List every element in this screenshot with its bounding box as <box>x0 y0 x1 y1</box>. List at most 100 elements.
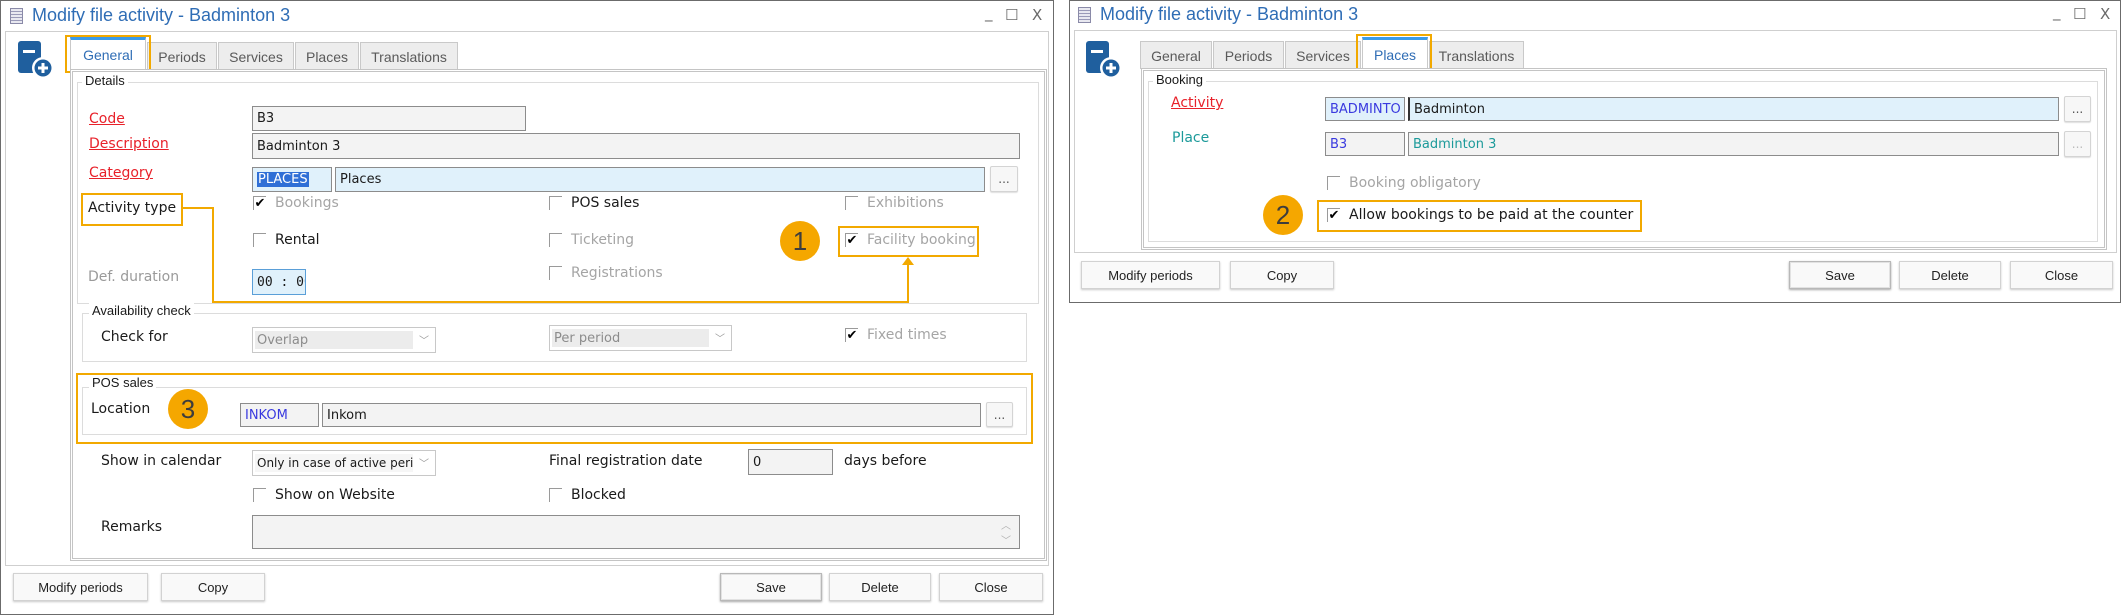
exhibitions-box <box>845 196 858 210</box>
blocked-checkbox[interactable]: Blocked <box>549 487 626 503</box>
bookings-checkbox[interactable]: ✔ Bookings <box>253 195 339 211</box>
tab-services[interactable]: Services <box>1285 41 1361 69</box>
code-field[interactable]: B3 <box>252 106 526 131</box>
modify-periods-button[interactable]: Modify periods <box>1081 261 1220 289</box>
def-duration-field[interactable]: 00 : 00 <box>252 269 306 295</box>
pos-sales-highlight <box>76 373 1033 444</box>
modify-periods-button[interactable]: Modify periods <box>13 573 148 601</box>
left-dialog-title: Modify file activity - Badminton 3 <box>32 5 291 25</box>
activity-name-field[interactable]: Badminton <box>1408 97 2059 121</box>
activity-lookup-button[interactable]: ... <box>2064 96 2091 122</box>
right-dialog-window: Modify file activity - Badminton 3 _ ☐ X… <box>1069 0 2121 303</box>
category-label[interactable]: Category <box>89 165 153 181</box>
annotation-connector <box>212 207 214 303</box>
availability-check-legend: Availability check <box>89 303 194 318</box>
scroll-down-icon[interactable]: ﹀ <box>1001 532 1011 547</box>
activity-label[interactable]: Activity <box>1171 95 1223 111</box>
check-for-dropdown[interactable]: Overlap ﹀ <box>252 327 436 353</box>
save-button[interactable]: Save <box>1789 261 1891 289</box>
registrations-checkbox[interactable]: Registrations <box>549 265 663 281</box>
tab-services[interactable]: Services <box>218 42 294 70</box>
ticketing-checkbox[interactable]: Ticketing <box>549 232 634 248</box>
minimize-button[interactable]: _ <box>985 6 993 21</box>
registrations-box <box>549 266 562 280</box>
close-button[interactable]: Close <box>2010 261 2113 289</box>
copy-button[interactable]: Copy <box>161 573 265 601</box>
exhibitions-checkbox[interactable]: Exhibitions <box>845 195 944 211</box>
tab-periods[interactable]: Periods <box>147 42 217 70</box>
category-code-value: PLACES <box>257 172 309 187</box>
blocked-box <box>549 488 562 502</box>
rental-box <box>253 233 266 247</box>
exhibitions-label: Exhibitions <box>867 195 944 211</box>
show-in-calendar-dropdown[interactable]: Only in case of active peri ﹀ <box>252 450 436 476</box>
chevron-down-icon: ﹀ <box>419 335 429 347</box>
category-lookup-button[interactable]: ... <box>990 166 1018 192</box>
save-button[interactable]: Save <box>720 573 822 601</box>
chevron-down-icon: ﹀ <box>715 333 725 345</box>
pos-sales-box <box>549 196 562 210</box>
booking-legend: Booking <box>1153 72 1206 87</box>
annotation-connector <box>212 301 909 303</box>
fixed-times-check-icon: ✔ <box>845 328 858 343</box>
final-registration-field[interactable]: 0 <box>748 449 833 475</box>
activity-add-icon <box>18 41 54 79</box>
pos-sales-label: POS sales <box>571 195 640 211</box>
remarks-textarea[interactable] <box>252 515 1020 549</box>
category-name-field[interactable]: Places <box>335 167 985 192</box>
booking-obligatory-box <box>1327 176 1340 190</box>
booking-obligatory-checkbox[interactable]: Booking obligatory <box>1327 175 1481 191</box>
show-on-website-checkbox[interactable]: Show on Website <box>253 487 395 503</box>
general-tab-highlight <box>65 35 151 73</box>
category-code-field[interactable]: PLACES <box>252 167 332 192</box>
tab-places[interactable]: Places <box>295 42 359 70</box>
check-for-value: Overlap <box>255 331 413 349</box>
bookings-check-icon: ✔ <box>253 196 266 211</box>
days-before-label: days before <box>844 453 927 469</box>
activity-code-field[interactable]: BADMINTO <box>1325 97 1405 121</box>
details-legend: Details <box>82 73 128 88</box>
tab-periods[interactable]: Periods <box>1213 41 1284 69</box>
annotation-badge-1: 1 <box>780 221 820 261</box>
close-window-button[interactable]: X <box>1032 8 1042 23</box>
fixed-times-label: Fixed times <box>867 327 947 343</box>
delete-button[interactable]: Delete <box>829 573 931 601</box>
activity-type-highlight <box>81 193 183 226</box>
annotation-connector <box>907 262 909 303</box>
close-button[interactable]: Close <box>939 573 1043 601</box>
fixed-times-checkbox[interactable]: ✔ Fixed times <box>845 327 947 343</box>
show-on-website-label: Show on Website <box>275 487 395 503</box>
description-field[interactable]: Badminton 3 <box>252 133 1020 159</box>
period-value: Per period <box>552 329 709 347</box>
ticketing-box <box>549 233 562 247</box>
maximize-button[interactable]: ☐ <box>2073 7 2086 22</box>
delete-button[interactable]: Delete <box>1899 261 2001 289</box>
scroll-up-icon[interactable]: ︿ <box>1001 517 1011 532</box>
tab-translations[interactable]: Translations <box>1429 41 1524 69</box>
allow-pay-at-counter-highlight <box>1317 200 1642 232</box>
check-for-label: Check for <box>101 329 168 345</box>
place-lookup-button[interactable]: ... <box>2064 131 2091 157</box>
copy-button[interactable]: Copy <box>1230 261 1334 289</box>
pos-sales-checkbox[interactable]: POS sales <box>549 195 639 211</box>
def-duration-label: Def. duration <box>88 269 180 285</box>
minimize-button[interactable]: _ <box>2053 5 2061 20</box>
period-dropdown[interactable]: Per period ﹀ <box>549 325 732 351</box>
close-window-button[interactable]: X <box>2100 7 2110 22</box>
rental-checkbox[interactable]: Rental <box>253 232 320 248</box>
show-in-calendar-value: Only in case of active peri <box>255 454 413 472</box>
annotation-badge-2: 2 <box>1263 195 1303 235</box>
annotation-arrow-icon <box>902 257 914 265</box>
window-document-icon <box>1078 7 1091 23</box>
place-name-field[interactable]: Badminton 3 <box>1408 132 2059 156</box>
place-code-field[interactable]: B3 <box>1325 132 1405 156</box>
bookings-label: Bookings <box>275 195 339 211</box>
facility-booking-highlight <box>838 226 979 257</box>
ticketing-label: Ticketing <box>571 232 635 248</box>
blocked-label: Blocked <box>571 487 626 503</box>
code-label[interactable]: Code <box>89 111 125 127</box>
tab-general[interactable]: General <box>1140 41 1212 69</box>
description-label[interactable]: Description <box>89 136 169 152</box>
maximize-button[interactable]: ☐ <box>1005 8 1018 23</box>
tab-translations[interactable]: Translations <box>360 42 458 70</box>
